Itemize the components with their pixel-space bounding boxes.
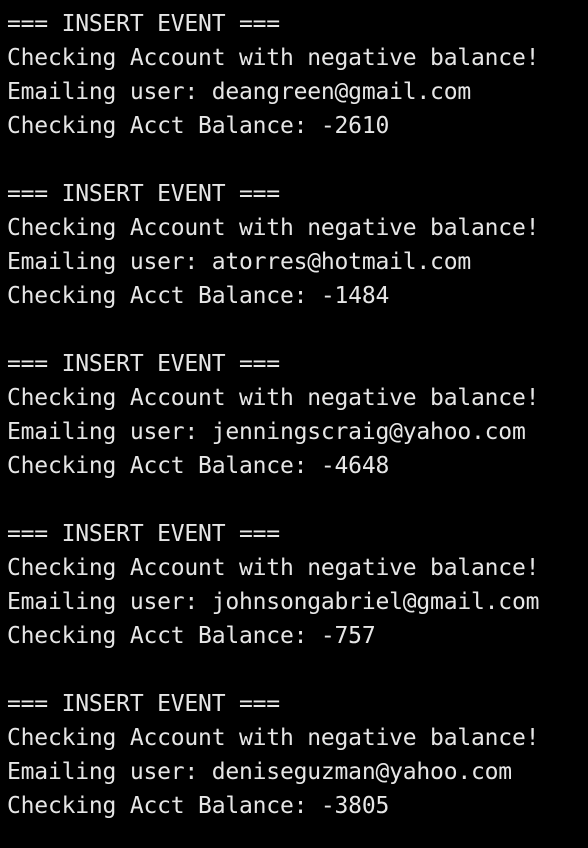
event-header: === INSERT EVENT === [7,351,280,377]
event-message: Checking Account with negative balance! [7,725,540,751]
event-email-line: Emailing user: jenningscraig@yahoo.com [7,419,526,445]
event-balance-line: Checking Acct Balance: -757 [7,623,376,649]
event-email-line: Emailing user: deangreen@gmail.com [7,79,472,105]
insert-event-block: === INSERT EVENT === Checking Account wi… [7,687,588,823]
event-balance-line: Checking Acct Balance: -3805 [7,793,390,819]
insert-event-block: === INSERT EVENT === Checking Account wi… [7,347,588,483]
insert-event-block: === INSERT EVENT === Checking Account wi… [7,177,588,313]
event-message: Checking Account with negative balance! [7,555,540,581]
event-message: Checking Account with negative balance! [7,215,540,241]
event-message: Checking Account with negative balance! [7,385,540,411]
event-balance-line: Checking Acct Balance: -4648 [7,453,390,479]
terminal-output[interactable]: === INSERT EVENT === Checking Account wi… [0,0,588,848]
event-email-line: Emailing user: atorres@hotmail.com [7,249,472,275]
insert-event-block: === INSERT EVENT === Checking Account wi… [7,517,588,653]
event-balance-line: Checking Acct Balance: -1484 [7,283,390,309]
event-balance-line: Checking Acct Balance: -2610 [7,113,390,139]
event-message: Checking Account with negative balance! [7,45,540,71]
event-email-line: Emailing user: johnsongabriel@gmail.com [7,589,540,615]
event-header: === INSERT EVENT === [7,181,280,207]
event-header: === INSERT EVENT === [7,691,280,717]
event-email-line: Emailing user: deniseguzman@yahoo.com [7,759,512,785]
event-header: === INSERT EVENT === [7,11,280,37]
event-header: === INSERT EVENT === [7,521,280,547]
insert-event-block: === INSERT EVENT === Checking Account wi… [7,7,588,143]
